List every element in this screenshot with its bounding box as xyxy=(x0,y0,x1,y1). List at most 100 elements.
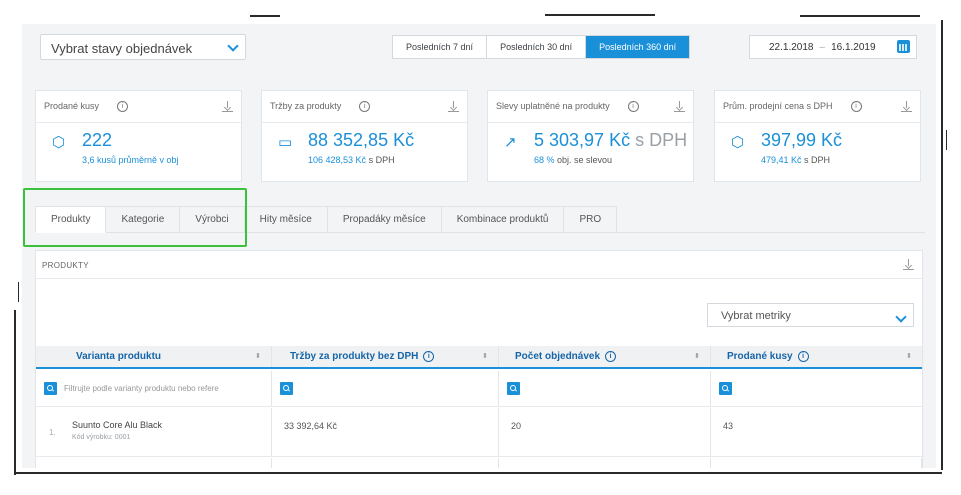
package-icon: ⬡ xyxy=(52,134,66,151)
kpi-subvalue-text: 3,6 kusů průměrně v obj xyxy=(82,155,179,165)
calendar-icon[interactable] xyxy=(897,40,910,53)
order-state-select-label: Vybrat stavy objednávek xyxy=(51,41,193,56)
cell-empty xyxy=(272,458,499,468)
revenue-value: 33 392,64 Kč xyxy=(284,421,338,431)
kpi-subvalue-rest: s DPH xyxy=(801,155,831,165)
filter-input-variant[interactable]: Filtrujte podle varianty produktu nebo r… xyxy=(64,384,219,393)
column-header-revenue[interactable]: Tržby za produkty bez DPH i ⬍ xyxy=(272,346,499,367)
column-header-pieces[interactable]: Prodané kusy i ⬍ xyxy=(711,346,922,367)
info-icon[interactable]: i xyxy=(797,351,809,362)
download-icon[interactable] xyxy=(674,101,685,112)
filter-cell-revenue xyxy=(272,371,499,406)
range-360-days-button[interactable]: Posledních 360 dní xyxy=(586,36,690,58)
frame-stroke-right xyxy=(941,20,943,470)
cell-empty xyxy=(499,458,711,468)
filter-cell-orders xyxy=(499,371,711,406)
frame-stroke-bottom xyxy=(14,472,942,474)
kpi-subvalue-highlight: 106 428,53 Kč xyxy=(308,155,367,165)
kpi-card-revenue: Tržby za produkty i ▭ 88 352,85 Kč 106 42… xyxy=(261,90,468,182)
order-state-select[interactable]: Vybrat stavy objednávek xyxy=(40,34,246,60)
product-code: Kód výrobku: 0001 xyxy=(72,434,131,441)
products-panel: PRODUKTY Vybrat metriky Varianta produkt… xyxy=(35,250,923,468)
date-from: 22.1.2018 xyxy=(769,42,814,53)
kpi-header: Tržby za produkty i xyxy=(262,91,467,123)
date-range-buttons: Posledních 7 dní Posledních 30 dní Posle… xyxy=(392,35,691,59)
kpi-subvalue: 106 428,53 Kč s DPH xyxy=(308,155,467,165)
table-row-partial xyxy=(36,458,922,468)
search-icon[interactable] xyxy=(280,382,293,395)
chevron-down-icon xyxy=(227,40,239,52)
table-row[interactable]: 1. Suunto Core Alu Black Kód výrobku: 00… xyxy=(36,408,922,457)
date-range-picker[interactable]: 22.1.2018–16.1.2019 xyxy=(749,35,917,59)
chevron-down-icon xyxy=(895,311,907,323)
cell-revenue: 33 392,64 Kč xyxy=(272,408,499,456)
filter-cell-pieces xyxy=(711,371,922,406)
filter-cell-variant: Filtrujte podle varianty produktu nebo r… xyxy=(36,371,272,406)
kpi-header: Slevy uplatněné na produkty i xyxy=(488,91,693,123)
pieces-value: 43 xyxy=(723,421,734,431)
download-icon[interactable] xyxy=(903,259,914,270)
metric-select-label: Vybrat metriky xyxy=(721,310,791,322)
sort-icon[interactable]: ⬍ xyxy=(482,352,488,360)
kpi-card-pieces: Prodané kusy i ⬡ 222 3,6 kusů průměrně v … xyxy=(35,90,242,182)
range-30-days-button[interactable]: Posledních 30 dní xyxy=(487,36,587,58)
kpi-header: Prům. prodejní cena s DPH i xyxy=(715,91,920,123)
kpi-value-text: 222 xyxy=(82,130,113,150)
cell-empty xyxy=(711,458,922,468)
panel-header: PRODUKTY xyxy=(36,251,922,279)
tab-pro[interactable]: PRO xyxy=(564,206,618,233)
kpi-subvalue-highlight: 479,41 Kč xyxy=(761,155,802,165)
kpi-card-avg-price: Prům. prodejní cena s DPH i ⬡ 397,99 Kč 4… xyxy=(714,90,921,182)
box-icon: ⬡ xyxy=(731,134,745,151)
info-icon[interactable]: i xyxy=(359,101,371,112)
tab-product-combinations[interactable]: Kombinace produktů xyxy=(441,206,565,233)
kpi-value-text: 5 303,97 Kč xyxy=(534,130,631,150)
info-icon[interactable]: i xyxy=(605,351,617,362)
kpi-value: 5 303,97 Kč s DPH xyxy=(534,130,693,151)
sort-icon[interactable]: ⬍ xyxy=(255,352,261,360)
download-icon[interactable] xyxy=(222,101,233,112)
kpi-subvalue-highlight: 68 % xyxy=(534,155,555,165)
kpi-title: Prodané kusy xyxy=(44,101,100,111)
kpi-subvalue-rest: obj. se slevou xyxy=(554,155,613,165)
frame-tick-left xyxy=(18,282,19,302)
range-7-days-button[interactable]: Posledních 7 dní xyxy=(393,36,488,58)
search-icon[interactable] xyxy=(719,382,732,395)
sort-icon[interactable]: ⬍ xyxy=(694,352,700,360)
column-header-variant[interactable]: Varianta produktu ⬍ xyxy=(36,346,272,367)
kpi-title: Tržby za produkty xyxy=(270,101,342,111)
date-separator: – xyxy=(819,42,826,53)
kpi-title: Slevy uplatněné na produkty xyxy=(496,101,610,111)
column-title: Varianta produktu xyxy=(76,351,162,362)
frame-tick-right xyxy=(946,130,947,150)
search-icon[interactable] xyxy=(44,382,57,395)
frame-stroke-top xyxy=(545,14,655,16)
table-header: Varianta produktu ⬍ Tržby za produkty be… xyxy=(36,346,922,369)
sort-icon[interactable]: ⬍ xyxy=(906,352,912,360)
analytics-app: Vybrat stavy objednávek Posledních 7 dní… xyxy=(22,24,936,468)
info-icon[interactable]: i xyxy=(627,101,639,112)
kpi-value-text: 88 352,85 Kč xyxy=(308,130,415,150)
search-icon[interactable] xyxy=(507,382,520,395)
product-name-link[interactable]: Suunto Core Alu Black xyxy=(72,420,162,430)
orders-value: 20 xyxy=(511,421,522,431)
frame-stroke-top-left xyxy=(250,15,280,17)
kpi-subvalue-rest: s DPH xyxy=(366,155,395,165)
cell-variant: 1. Suunto Core Alu Black Kód výrobku: 00… xyxy=(36,408,272,456)
frame-stroke-top-right xyxy=(800,15,920,17)
column-header-orders[interactable]: Počet objednávek i ⬍ xyxy=(499,346,711,367)
column-title: Počet objednávek xyxy=(515,351,601,362)
kpi-header: Prodané kusy i xyxy=(36,91,241,123)
info-icon[interactable]: i xyxy=(117,101,129,112)
tab-monthly-hits[interactable]: Hity měsíce xyxy=(244,206,328,233)
frame-stroke-left xyxy=(14,310,16,475)
info-icon[interactable]: i xyxy=(423,351,435,362)
download-icon[interactable] xyxy=(901,101,912,112)
tab-monthly-flops[interactable]: Propadáky měsíce xyxy=(327,206,442,233)
metric-select[interactable]: Vybrat metriky xyxy=(707,303,914,327)
info-icon[interactable]: i xyxy=(850,101,862,112)
kpi-value: 222 xyxy=(82,130,241,151)
download-icon[interactable] xyxy=(448,101,459,112)
cash-icon: ▭ xyxy=(278,134,293,151)
cell-empty xyxy=(36,458,272,468)
